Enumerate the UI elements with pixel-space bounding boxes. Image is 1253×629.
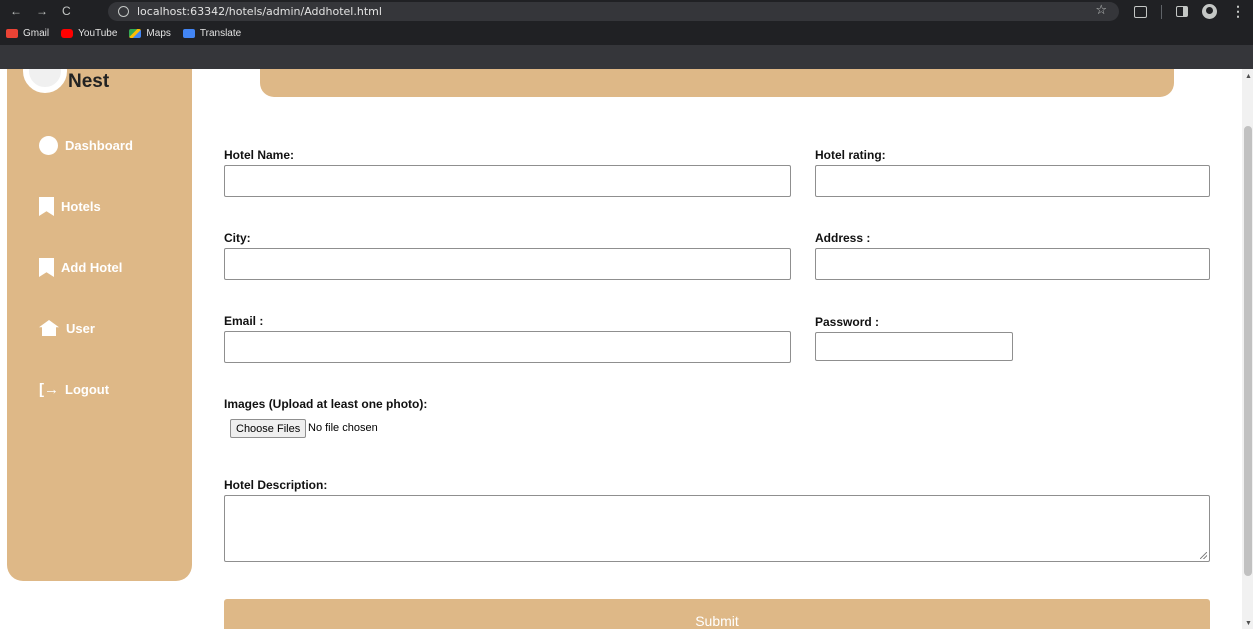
sidebar-item-label: Add Hotel	[61, 260, 123, 275]
url-text: localhost:63342/hotels/admin/Addhotel.ht…	[137, 5, 382, 18]
resize-handle-icon[interactable]	[1200, 552, 1207, 559]
sidebar-item-user[interactable]: User	[39, 320, 95, 336]
menu-kebab-icon[interactable]: ⋮	[1231, 3, 1245, 20]
bookmark-label: Maps	[146, 27, 171, 39]
home-icon	[39, 320, 59, 336]
address-label: Address :	[815, 231, 871, 245]
choose-files-button[interactable]: Choose Files	[230, 419, 307, 438]
brand-name: Nest	[68, 71, 110, 92]
sidebar-item-add-hotel[interactable]: Add Hotel	[39, 258, 122, 277]
bookmark-icon	[39, 197, 54, 216]
youtube-icon	[61, 28, 74, 38]
bookmark-translate[interactable]: Translate	[182, 27, 242, 39]
bookmark-label: Translate	[199, 27, 242, 39]
bookmark-maps[interactable]: Maps	[129, 27, 171, 39]
site-info-icon[interactable]	[118, 6, 129, 17]
email-label: Email :	[224, 314, 264, 328]
side-panel-icon[interactable]	[1176, 6, 1188, 17]
hotel-name-input[interactable]	[224, 165, 791, 197]
extensions-icon[interactable]	[1134, 5, 1147, 18]
sidebar-item-label: User	[66, 320, 95, 336]
sidebar: Nest Dashboard Hotels Add Hotel User [→ …	[7, 69, 192, 581]
toolbar-divider	[1161, 4, 1162, 19]
translate-icon	[182, 28, 195, 38]
sidebar-item-logout[interactable]: [→ Logout	[39, 381, 109, 398]
hotel-name-label: Hotel Name:	[224, 148, 295, 162]
dashboard-icon	[39, 136, 58, 155]
bookmark-label: YouTube	[78, 27, 118, 39]
forward-arrow-icon[interactable]: →	[36, 4, 48, 18]
images-label: Images (Upload at least one photo):	[224, 397, 428, 411]
bookmark-gmail[interactable]: Gmail	[6, 28, 49, 39]
scroll-down-arrow-icon[interactable]: ▼	[1245, 620, 1252, 627]
back-arrow-icon[interactable]: ←	[10, 4, 22, 18]
city-label: City:	[224, 231, 251, 245]
sidebar-item-label: Dashboard	[65, 138, 133, 153]
gmail-icon	[6, 28, 18, 38]
sidebar-item-dashboard[interactable]: Dashboard	[39, 136, 133, 155]
scroll-up-arrow-icon[interactable]: ▲	[1245, 73, 1252, 80]
page-content: Nest Dashboard Hotels Add Hotel User [→ …	[0, 69, 1253, 629]
profile-icon[interactable]	[1202, 4, 1217, 19]
logout-icon: [→	[39, 381, 59, 398]
hotel-rating-input[interactable]	[815, 165, 1210, 197]
page-header-banner	[260, 69, 1174, 97]
logo-icon	[23, 69, 67, 93]
password-label: Password :	[815, 315, 880, 329]
city-input[interactable]	[224, 248, 791, 280]
bookmarks-bar: Gmail YouTube Maps Translate	[0, 28, 1253, 69]
file-status-text: No file chosen	[308, 422, 378, 434]
bookmark-youtube[interactable]: YouTube	[61, 28, 117, 39]
bookmark-label: Gmail	[23, 27, 50, 39]
scrollbar-thumb[interactable]	[1244, 126, 1252, 576]
bookmark-star-icon[interactable]: ☆	[1095, 3, 1107, 18]
sidebar-item-hotels[interactable]: Hotels	[39, 197, 101, 216]
email-input[interactable]	[224, 331, 791, 363]
password-input[interactable]	[815, 332, 1013, 361]
sidebar-item-label: Logout	[65, 382, 110, 397]
hotel-rating-label: Hotel rating:	[815, 148, 886, 162]
address-bar-row: ← → C localhost:63342/hotels/admin/Addho…	[0, 0, 1253, 22]
hotel-description-label: Hotel Description:	[224, 478, 328, 492]
hotel-description-textarea[interactable]	[224, 495, 1210, 562]
sidebar-item-label: Hotels	[61, 199, 101, 214]
submit-button[interactable]: Submit	[224, 599, 1210, 629]
url-input[interactable]: localhost:63342/hotels/admin/Addhotel.ht…	[108, 2, 1119, 21]
bookmark-icon	[39, 258, 54, 277]
address-input[interactable]	[815, 248, 1210, 280]
page-scrollbar[interactable]: ▲ ▼	[1242, 69, 1253, 629]
maps-icon	[129, 28, 142, 38]
reload-icon[interactable]: C	[62, 4, 71, 18]
